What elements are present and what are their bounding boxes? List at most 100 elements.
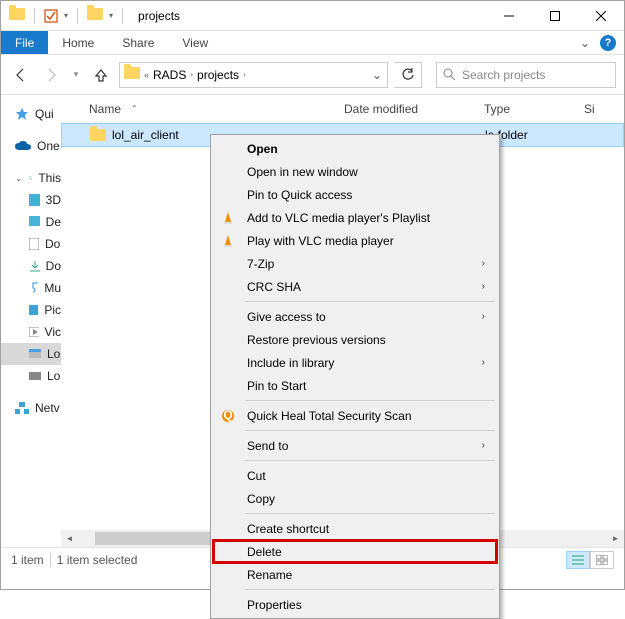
back-button[interactable] xyxy=(9,63,33,87)
sidebar-item-local-disk-2[interactable]: Lo xyxy=(1,365,61,387)
close-button[interactable] xyxy=(578,1,624,31)
sidebar-item-desktop[interactable]: De xyxy=(1,211,61,233)
quick-heal-icon: Q xyxy=(219,407,237,425)
ctx-properties[interactable]: Properties xyxy=(213,593,497,616)
home-tab[interactable]: Home xyxy=(48,31,108,54)
icons-view-button[interactable] xyxy=(590,551,614,569)
download-icon xyxy=(29,260,40,272)
properties-qat-icon[interactable] xyxy=(44,9,58,23)
ctx-open[interactable]: Open xyxy=(213,137,497,160)
forward-button[interactable] xyxy=(39,63,63,87)
sort-asc-icon: ⌃ xyxy=(131,104,138,113)
ctx-delete[interactable]: Delete xyxy=(213,540,497,563)
ctx-vlc-playlist[interactable]: Add to VLC media player's Playlist xyxy=(213,206,497,229)
window-title: projects xyxy=(138,9,486,23)
submenu-arrow-icon: › xyxy=(482,258,485,269)
address-dropdown-icon[interactable]: ⌄ xyxy=(367,63,387,87)
sidebar-item-network[interactable]: Netv xyxy=(1,397,61,419)
scroll-left-icon[interactable]: ◄ xyxy=(61,530,78,547)
view-tab[interactable]: View xyxy=(168,31,222,54)
disk-icon xyxy=(29,349,41,359)
star-icon xyxy=(15,107,29,121)
ctx-give-access[interactable]: Give access to› xyxy=(213,305,497,328)
search-placeholder: Search projects xyxy=(462,68,545,82)
address-bar[interactable]: « RADS › projects › ⌄ xyxy=(119,62,388,88)
qat-dropdown-icon[interactable]: ▾ xyxy=(109,11,113,20)
ribbon-expand-icon[interactable]: ⌄ xyxy=(580,36,590,50)
ctx-restore-versions[interactable]: Restore previous versions xyxy=(213,328,497,351)
sidebar-item-quick-access[interactable]: Qui xyxy=(1,103,61,125)
refresh-button[interactable] xyxy=(394,62,422,88)
file-name: lol_air_client xyxy=(112,128,179,142)
folder-icon xyxy=(87,8,103,23)
minimize-button[interactable] xyxy=(486,1,532,31)
column-date[interactable]: Date modified xyxy=(344,102,484,116)
network-icon xyxy=(15,402,29,414)
vlc-icon xyxy=(219,232,237,250)
sidebar-item-this-pc[interactable]: ⌄This xyxy=(1,167,61,189)
titlebar: ▾ ▾ projects xyxy=(1,1,624,31)
column-type[interactable]: Type xyxy=(484,102,584,116)
ctx-send-to[interactable]: Send to› xyxy=(213,434,497,457)
details-view-button[interactable] xyxy=(566,551,590,569)
cloud-icon xyxy=(15,141,31,151)
ctx-quick-heal[interactable]: Q Quick Heal Total Security Scan xyxy=(213,404,497,427)
breadcrumb-segment[interactable]: projects xyxy=(197,68,239,82)
cube-icon xyxy=(29,194,40,206)
disk-icon xyxy=(29,372,41,380)
up-button[interactable] xyxy=(89,63,113,87)
column-name[interactable]: Name⌃ xyxy=(89,102,344,116)
ribbon: File Home Share View ⌄ ? xyxy=(1,31,624,55)
sidebar-item-downloads[interactable]: Do xyxy=(1,255,61,277)
ctx-copy[interactable]: Copy xyxy=(213,487,497,510)
ctx-include-library[interactable]: Include in library› xyxy=(213,351,497,374)
status-selected: 1 item selected xyxy=(57,553,138,567)
column-headers: Name⌃ Date modified Type Si xyxy=(61,95,624,123)
qat-dropdown-icon[interactable]: ▾ xyxy=(64,11,68,20)
submenu-arrow-icon: › xyxy=(482,440,485,451)
column-size[interactable]: Si xyxy=(584,102,595,116)
scroll-right-icon[interactable]: ► xyxy=(607,530,624,547)
maximize-button[interactable] xyxy=(532,1,578,31)
vlc-icon xyxy=(219,209,237,227)
recent-dropdown-icon[interactable]: ▾ xyxy=(69,63,83,87)
svg-text:Q: Q xyxy=(223,409,232,422)
breadcrumb-segment[interactable]: RADS xyxy=(153,68,186,82)
ctx-rename[interactable]: Rename xyxy=(213,563,497,586)
ctx-crc-sha[interactable]: CRC SHA› xyxy=(213,275,497,298)
ctx-cut[interactable]: Cut xyxy=(213,464,497,487)
collapse-icon[interactable]: ⌄ xyxy=(15,173,23,184)
music-icon xyxy=(29,282,38,294)
ctx-pin-quick-access[interactable]: Pin to Quick access xyxy=(213,183,497,206)
submenu-arrow-icon: › xyxy=(482,281,485,292)
videos-icon xyxy=(29,327,39,337)
sidebar-item-local-disk[interactable]: Lo xyxy=(1,343,61,365)
file-tab[interactable]: File xyxy=(1,31,48,54)
pictures-icon xyxy=(29,305,38,315)
sidebar-item-documents[interactable]: Do xyxy=(1,233,61,255)
pc-icon xyxy=(29,172,33,184)
navigation-bar: ▾ « RADS › projects › ⌄ Search projects xyxy=(1,55,624,95)
sidebar-item-3d[interactable]: 3D xyxy=(1,189,61,211)
ctx-vlc-play[interactable]: Play with VLC media player xyxy=(213,229,497,252)
sidebar-item-pictures[interactable]: Pic xyxy=(1,299,61,321)
ctx-open-new-window[interactable]: Open in new window xyxy=(213,160,497,183)
folder-icon xyxy=(9,8,25,23)
folder-icon xyxy=(124,67,140,82)
status-item-count: 1 item xyxy=(11,553,44,567)
search-input[interactable]: Search projects xyxy=(436,62,616,88)
sidebar-item-onedrive[interactable]: One xyxy=(1,135,61,157)
folder-icon xyxy=(90,129,106,141)
ctx-create-shortcut[interactable]: Create shortcut xyxy=(213,517,497,540)
ctx-pin-start[interactable]: Pin to Start xyxy=(213,374,497,397)
sidebar-item-music[interactable]: Mu xyxy=(1,277,61,299)
scrollbar-thumb[interactable] xyxy=(95,532,215,545)
quick-access-toolbar: ▾ ▾ xyxy=(1,8,126,24)
sidebar-item-videos[interactable]: Vic xyxy=(1,321,61,343)
document-icon xyxy=(29,238,39,250)
context-menu: Open Open in new window Pin to Quick acc… xyxy=(210,134,500,619)
submenu-arrow-icon: › xyxy=(482,357,485,368)
help-icon[interactable]: ? xyxy=(600,35,616,51)
ctx-7zip[interactable]: 7-Zip› xyxy=(213,252,497,275)
share-tab[interactable]: Share xyxy=(108,31,168,54)
